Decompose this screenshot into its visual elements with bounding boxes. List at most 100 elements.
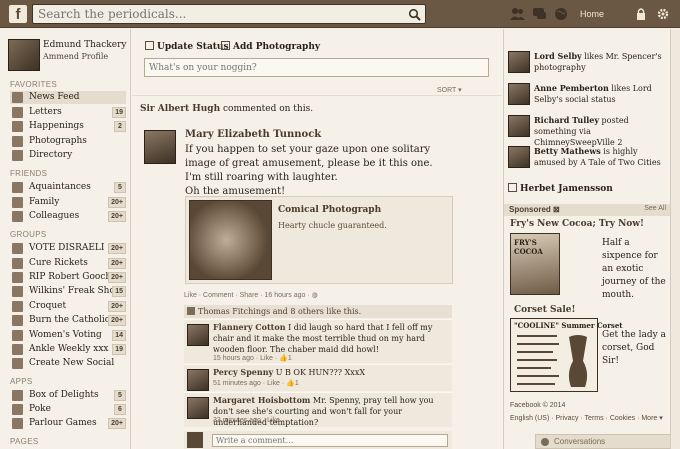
comment: Percy Spenny U B OK HUN??? XxxX 51 minut…	[184, 364, 452, 391]
avatar[interactable]	[144, 130, 176, 164]
globe-icon[interactable]	[554, 7, 569, 21]
search-icon[interactable]	[408, 8, 422, 21]
sidebar-item-letters[interactable]: Letters 19	[10, 106, 126, 119]
avatar[interactable]	[187, 397, 209, 419]
birthday-reminder[interactable]: Herbet Jamensson	[508, 183, 613, 194]
comment-meta[interactable]: 33 minutes ago · Like	[213, 417, 280, 424]
avatar[interactable]	[508, 146, 530, 168]
avatar[interactable]	[508, 51, 530, 73]
comment-author[interactable]: Percy Spenny	[213, 367, 273, 377]
lock-icon[interactable]	[634, 7, 649, 21]
sidebar-item-app[interactable]: Poke 6	[10, 403, 126, 416]
sponsored-label: Sponsored ⊠	[509, 205, 560, 214]
avatar[interactable]	[187, 369, 209, 391]
write-comment	[184, 431, 452, 449]
sidebar-item-app[interactable]: Box of Delights 5	[10, 389, 126, 402]
sidebar-item-news-feed[interactable]: News Feed	[10, 91, 126, 104]
footer-links[interactable]: English (US) · Privacy · Terms · Cookies…	[510, 412, 663, 425]
post-actions[interactable]: Like · Comment · Share · 16 hours ago · …	[184, 291, 318, 299]
ad-title[interactable]: Corset Sale!	[514, 305, 575, 315]
avatar[interactable]	[8, 39, 40, 71]
corset-icon	[568, 335, 588, 387]
chat-icon	[541, 438, 549, 446]
ad-text: Get the lady a corset, God Sir!	[602, 330, 666, 366]
sort-dropdown[interactable]: SORT ▾	[437, 86, 462, 94]
likes-summary[interactable]: Thomas Fitchings and 8 others like this.	[184, 305, 452, 318]
sidebar-item-group[interactable]: Cure Rickets 20+	[10, 257, 126, 270]
photo-icon	[221, 41, 230, 50]
sidebar-item-group[interactable]: Croquet 20+	[10, 300, 126, 313]
sidebar-item-happenings[interactable]: Happenings 2	[10, 120, 126, 133]
attachment-title[interactable]: Comical Photograph	[278, 205, 381, 215]
count-badge: 20+	[108, 258, 126, 269]
group-icon	[12, 315, 23, 326]
sidebar-item-directory[interactable]: Directory	[10, 149, 126, 162]
sidebar-item-group[interactable]: Ankle Weekly xxx 19	[10, 343, 126, 356]
count-badge: 5	[114, 182, 126, 193]
avatar[interactable]	[187, 324, 209, 346]
thumbs-up-icon	[187, 307, 195, 315]
profile-name[interactable]: Edmund Thackery	[43, 40, 126, 50]
sidebar-item-group[interactable]: RIP Robert Gooch 20+	[10, 271, 126, 284]
sidebar-item-photographs[interactable]: Photographs	[10, 135, 126, 148]
post-author[interactable]: Mary Elizabeth Tunnock	[185, 129, 321, 140]
group-icon	[12, 258, 23, 269]
friends-icon[interactable]	[510, 7, 525, 21]
count-badge: 20+	[108, 272, 126, 283]
sidebar-item-family[interactable]: Family 20+	[10, 196, 126, 209]
sidebar-item-group[interactable]: Burn the Catholics 20+	[10, 314, 126, 327]
sidebar-item-create-social[interactable]: Create New Social	[10, 357, 126, 370]
count-badge: 14	[112, 330, 126, 341]
status-icon	[145, 41, 154, 50]
corset-ad-image[interactable]: "COOLINE" Summer Corset	[510, 318, 623, 392]
search-input[interactable]	[33, 5, 393, 23]
search-box[interactable]	[32, 4, 426, 24]
count-badge: 20+	[108, 315, 126, 326]
status-composer[interactable]	[144, 58, 489, 77]
sidebar-item-app[interactable]: Parlour Games 20+	[10, 417, 126, 430]
news-feed: Update Status Add Photography SORT ▾ Sir…	[132, 29, 502, 449]
sidebar-item-group[interactable]: VOTE DISRAELI 20+	[10, 242, 126, 255]
tab-add-photography[interactable]: Add Photography	[221, 41, 320, 52]
profile-summary[interactable]: Edmund Thackery Ammend Profile	[8, 39, 128, 71]
sidebar-item-group[interactable]: Women's Voting 14	[10, 329, 126, 342]
scrollbar[interactable]	[670, 29, 680, 449]
gift-icon	[508, 183, 517, 192]
sidebar-item-aquaintances[interactable]: Aquaintances 5	[10, 181, 126, 194]
count-badge: 20+	[108, 243, 126, 254]
home-link[interactable]: Home	[580, 9, 604, 19]
count-badge: 19	[112, 107, 126, 118]
sidebar-item-colleagues[interactable]: Colleagues 20+	[10, 210, 126, 223]
facebook-logo[interactable]: f	[9, 5, 27, 23]
comment-author[interactable]: Margaret Hoisbottom	[213, 395, 310, 405]
cocoa-ad-image[interactable]: FRY'S COCOA	[510, 233, 560, 295]
see-all-link[interactable]: See All	[644, 205, 666, 212]
right-column: Lord Selby likes Mr. Spencer's photograp…	[503, 29, 671, 449]
edit-profile-link[interactable]: Ammend Profile	[43, 52, 108, 61]
status-input[interactable]	[145, 59, 488, 76]
ad-title[interactable]: Fry's New Cocoa; Try Now!	[510, 219, 644, 229]
games-icon	[12, 418, 23, 429]
messages-icon[interactable]	[532, 7, 547, 21]
count-badge: 5	[114, 390, 126, 401]
chat-conversations-bar[interactable]: Conversations	[535, 434, 671, 449]
group-icon	[12, 272, 23, 283]
left-sidebar: Edmund Thackery Ammend Profile FAVORITES…	[0, 29, 131, 449]
comment-input[interactable]	[212, 434, 448, 447]
comical-photograph-image[interactable]	[189, 200, 272, 280]
comment-meta[interactable]: 15 hours ago · Like · 👍1	[213, 354, 292, 362]
footer: Facebook © 2014 English (US) · Privacy ·…	[510, 399, 663, 425]
comment-author[interactable]: Flannery Cotton	[213, 322, 286, 332]
tab-update-status[interactable]: Update Status	[145, 41, 229, 52]
avatar[interactable]	[508, 115, 530, 137]
comment-meta[interactable]: 51 minutes ago · Like · 👍1	[213, 379, 299, 387]
story-actor[interactable]: Sir Albert Hugh	[140, 104, 220, 114]
sidebar-item-group[interactable]: Wilkins' Freak Show 15	[10, 285, 126, 298]
count-badge: 2	[114, 121, 126, 132]
group-icon	[12, 344, 23, 355]
post-text: If you happen to set your gaze upon one …	[185, 144, 433, 197]
avatar[interactable]	[508, 83, 530, 105]
attachment-card[interactable]: Comical Photograph Hearty chucle guarant…	[185, 196, 453, 284]
gear-icon[interactable]	[656, 7, 671, 21]
favorites-heading: FAVORITES	[10, 80, 58, 89]
